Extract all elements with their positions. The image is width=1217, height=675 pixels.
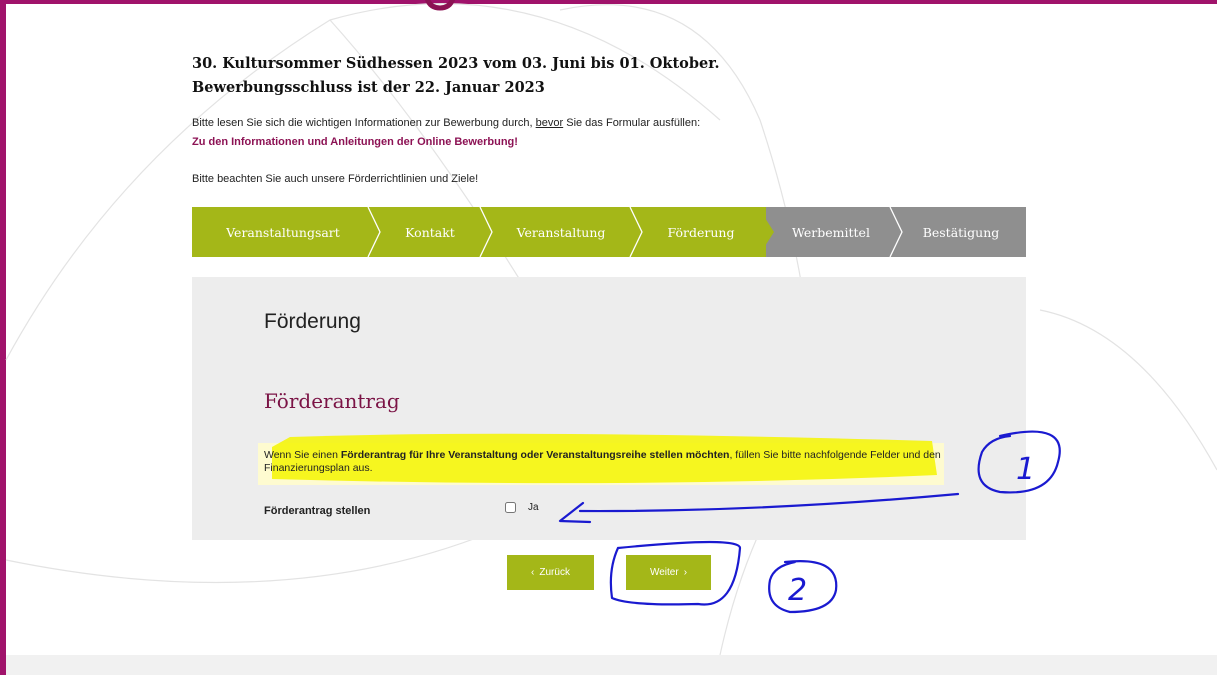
step-veranstaltungsart[interactable]: Veranstaltungsart — [192, 207, 374, 257]
top-frame-border — [0, 0, 1217, 4]
intro-text: Bitte lesen Sie sich die wichtigen Infor… — [192, 117, 700, 129]
intro-text-part-1: Bitte lesen Sie sich die wichtigen Infor… — [192, 117, 536, 129]
step-label: Kontakt — [405, 224, 455, 240]
step-separator-icon — [629, 207, 643, 257]
step-label: Veranstaltungsart — [226, 224, 340, 240]
footer-area — [6, 655, 1217, 675]
intro-underlined-word: bevor — [535, 117, 564, 129]
chevron-left-icon: ‹ — [531, 567, 535, 578]
step-separator-icon — [367, 207, 381, 257]
intro-text-part-2: Sie das Formular ausfüllen: — [563, 117, 701, 129]
step-separator-icon — [479, 207, 493, 257]
back-button-label: Zurück — [539, 567, 570, 578]
page-title-line-1: 30. Kultursommer Südhessen 2023 vom 03. … — [192, 55, 720, 72]
online-application-info-link[interactable]: Zu den Informationen und Anleitungen der… — [192, 136, 518, 148]
next-button-label: Weiter — [649, 567, 679, 578]
step-label: Förderung — [667, 224, 735, 240]
logo-fragment — [424, 0, 456, 11]
step-current-arrow-icon — [758, 207, 774, 257]
step-bestaetigung[interactable]: Bestätigung — [896, 207, 1026, 257]
step-foerderung[interactable]: Förderung — [636, 207, 766, 257]
funding-info-text-part-1: Wenn Sie einen — [264, 449, 341, 461]
step-label: Werbemittel — [792, 224, 870, 240]
funding-guidelines-note: Bitte beachten Sie auch unsere Förderric… — [192, 173, 479, 185]
step-werbemittel[interactable]: Werbemittel — [766, 207, 896, 257]
page-title: 30. Kultursommer Südhessen 2023 vom 03. … — [192, 52, 720, 100]
step-separator-icon — [889, 207, 903, 257]
back-button[interactable]: ‹ Zurück — [507, 555, 594, 590]
funding-info-text: Wenn Sie einen Förderantrag für Ihre Ver… — [264, 449, 944, 475]
subsection-heading: Förderantrag — [264, 389, 400, 413]
page-title-line-2: Bewerbungsschluss ist der 22. Januar 202… — [192, 79, 545, 96]
funding-info-text-bold: Förderantrag für Ihre Veranstaltung oder… — [340, 449, 730, 461]
annotation-circle-3 — [768, 560, 838, 614]
funding-request-label: Förderantrag stellen — [264, 505, 371, 517]
step-label: Veranstaltung — [516, 224, 606, 240]
next-button[interactable]: Weiter › — [626, 555, 711, 590]
checkbox-label-ja: Ja — [528, 502, 539, 513]
funding-request-checkbox[interactable] — [505, 502, 516, 513]
left-frame-border — [0, 0, 6, 675]
annotation-mark-2: 2 — [788, 573, 807, 608]
step-veranstaltung[interactable]: Veranstaltung — [486, 207, 636, 257]
step-label: Bestätigung — [922, 224, 1000, 240]
progress-steps: Veranstaltungsart Kontakt Veranstaltung … — [192, 207, 1026, 257]
section-heading: Förderung — [264, 310, 361, 333]
step-kontakt[interactable]: Kontakt — [374, 207, 486, 257]
form-panel: Förderung Förderantrag Wenn Sie einen Fö… — [192, 277, 1026, 540]
chevron-right-icon: › — [683, 567, 688, 578]
